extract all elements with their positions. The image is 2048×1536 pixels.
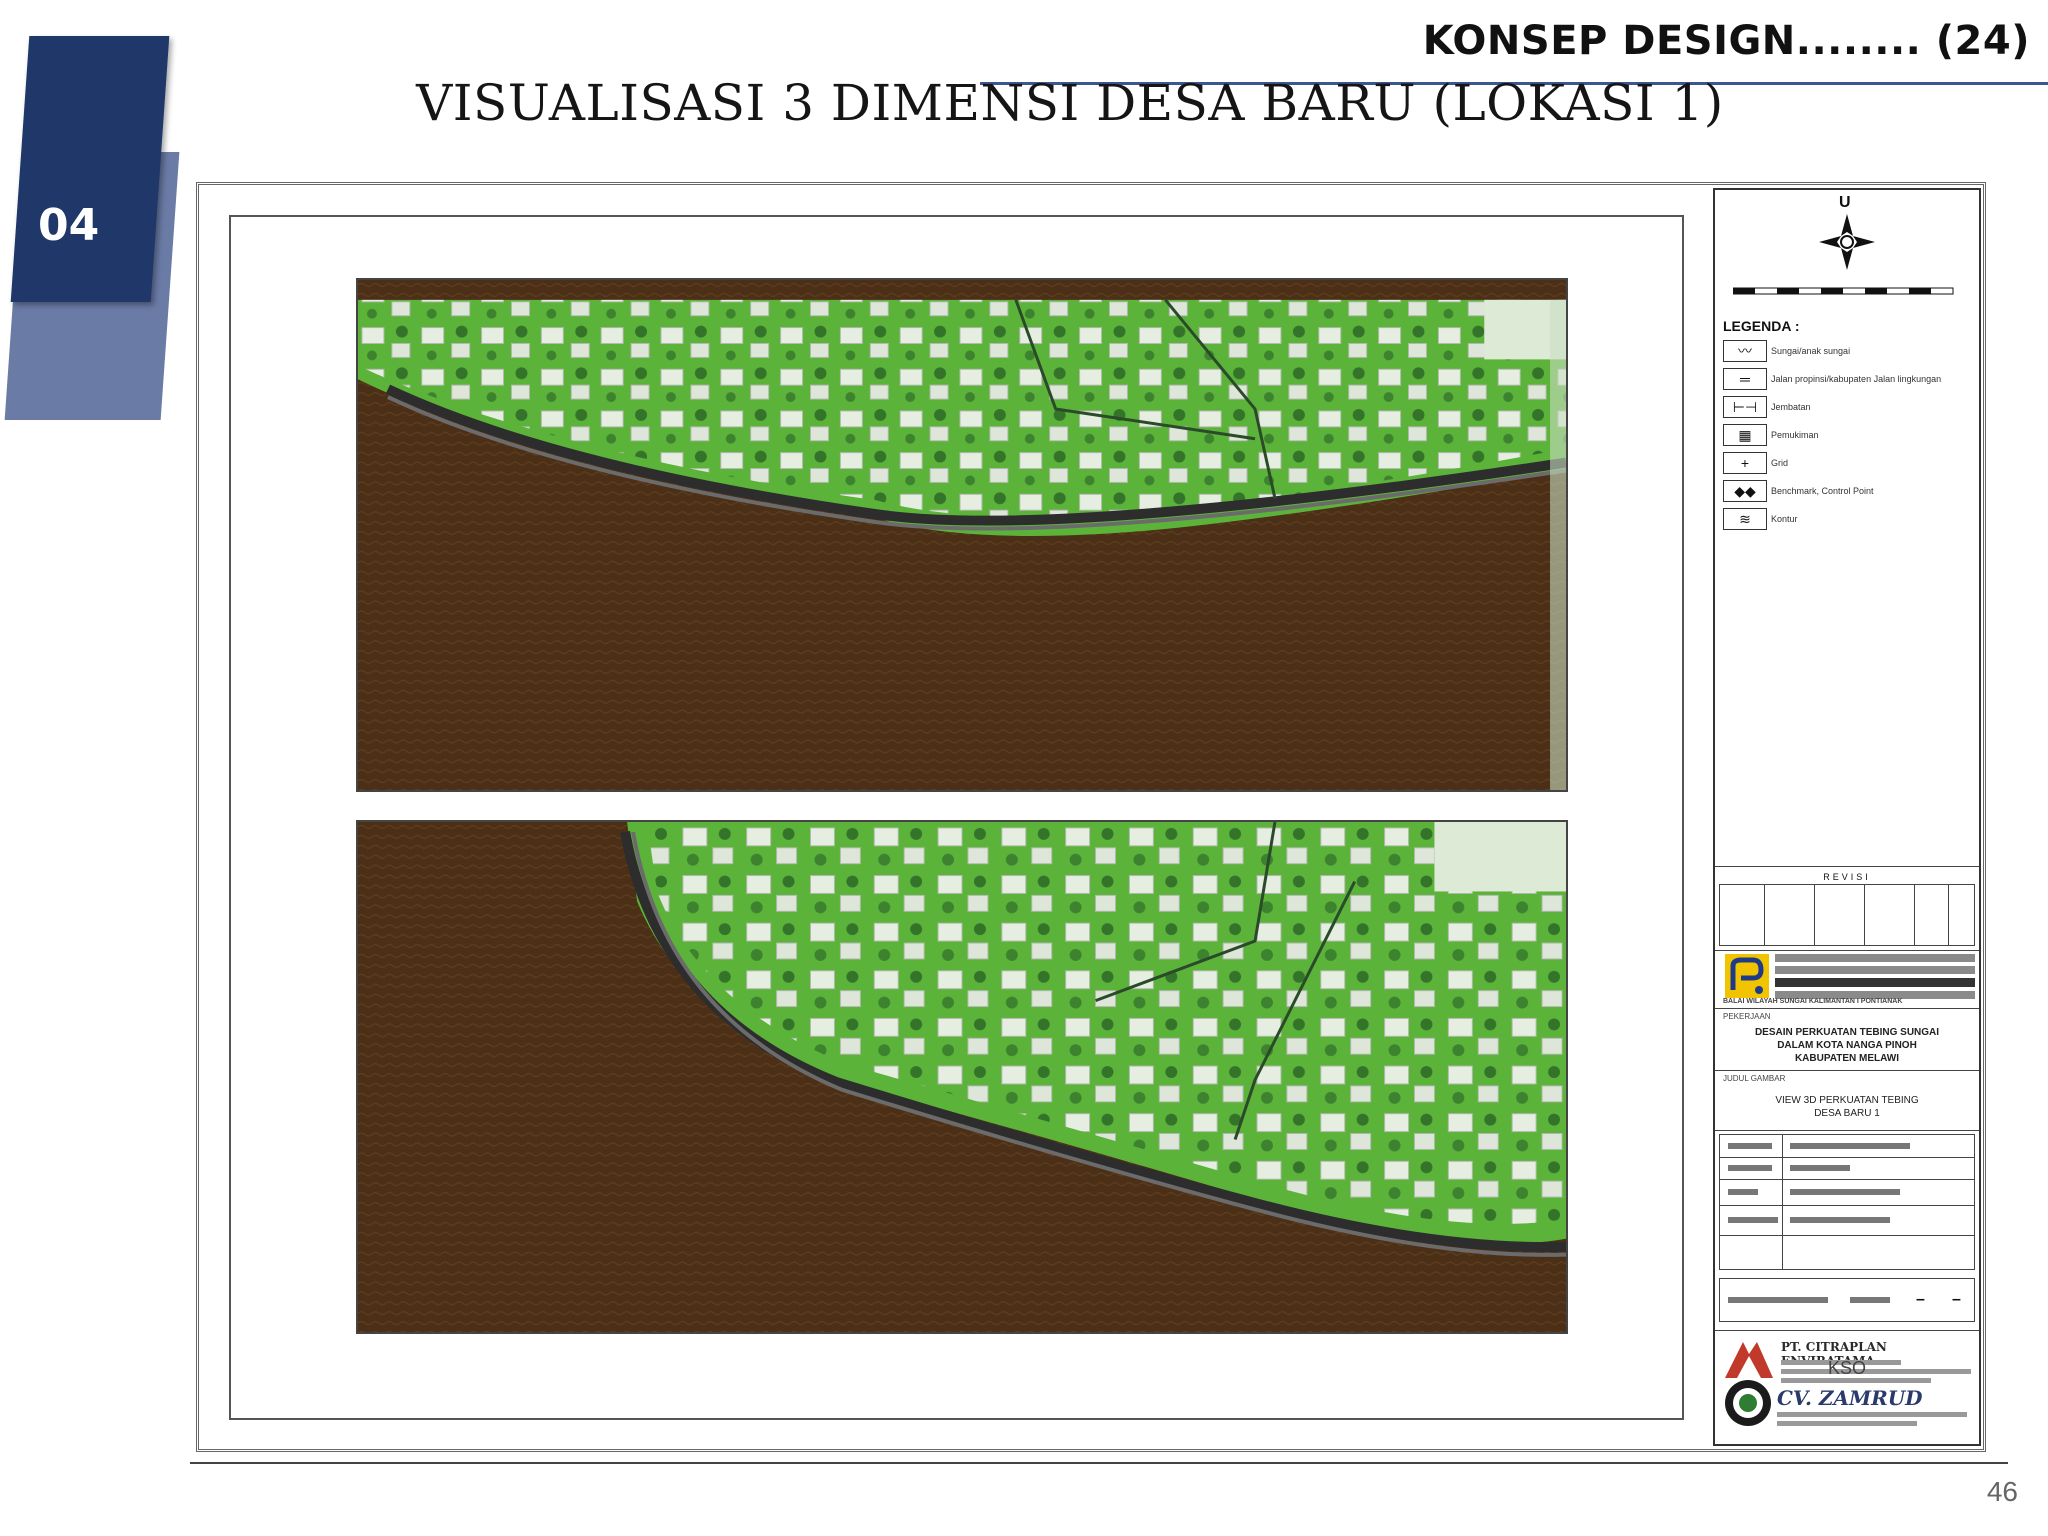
legend-label: Benchmark, Control Point: [1771, 486, 1874, 496]
legend-item-grid: + Grid: [1723, 452, 1788, 474]
benchmark-symbol-icon: ◆◆: [1723, 480, 1767, 502]
divider: [1715, 950, 1979, 951]
dash-icon: –: [1916, 1291, 1925, 1308]
table-col: [1914, 885, 1915, 945]
drawing-title-line-2: DESA BARU 1: [1814, 1108, 1880, 1119]
table-row: [1720, 1157, 1974, 1158]
drawing-title-line-1: VIEW 3D PERKUATAN TEBING: [1775, 1095, 1919, 1106]
text-line: [1850, 1297, 1890, 1303]
title-block: U LEGENDA : 〰 Sungai/anak sungai ═ Jalan…: [1713, 188, 1981, 1446]
company-name: CV. ZAMRUD: [1777, 1386, 1923, 1410]
company-details: [1777, 1412, 1967, 1430]
project-title-line-1: DESAIN PERKUATAN TEBING SUNGAI: [1754, 1027, 1940, 1038]
north-letter: U: [1839, 194, 1851, 211]
drawing-label: JUDUL GAMBAR: [1723, 1074, 1786, 1083]
text-line: [1777, 1412, 1967, 1417]
table-col: [1864, 885, 1865, 945]
page-number: 46: [1986, 1476, 2018, 1507]
divider: [1715, 1070, 1979, 1071]
river-symbol-icon: 〰: [1723, 340, 1767, 362]
kso-label: KSO: [1827, 1358, 1866, 1378]
agency-name: BALAI WILAYAH SUNGAI KALIMANTAN I PONTIA…: [1723, 998, 1903, 1005]
divider: [1715, 1008, 1979, 1009]
text-line: [1790, 1217, 1890, 1223]
section-number: 04: [38, 200, 100, 251]
project-title-line-3: KABUPATEN MELAWI: [1794, 1053, 1900, 1064]
table-row: [1720, 1179, 1974, 1180]
render-view-top: [356, 278, 1568, 792]
text-line: [1728, 1143, 1772, 1149]
signature-table: [1719, 1134, 1975, 1270]
north-arrow-icon: [1819, 214, 1875, 270]
render-bottom-image: [358, 822, 1566, 1332]
section-title: KONSEP DESIGN........ (24): [1422, 18, 2030, 64]
legend-label: Jalan propinsi/kabupaten Jalan lingkunga…: [1771, 374, 1942, 384]
text-line: [1790, 1143, 1910, 1149]
legend-label: Grid: [1771, 458, 1789, 468]
legend-label: Pemukiman: [1771, 430, 1819, 440]
pupr-logo-icon: [1725, 954, 1769, 998]
table-col: [1782, 1135, 1783, 1269]
text-line: [1728, 1165, 1772, 1171]
divider: [1715, 1330, 1979, 1331]
dash-icon: –: [1952, 1291, 1961, 1308]
road-symbol-icon: ═: [1723, 368, 1767, 390]
section-badge: [10, 36, 170, 302]
legend-item-benchmark: ◆◆ Benchmark, Control Point: [1723, 480, 1874, 502]
text-line: [1777, 1421, 1917, 1426]
text-line: [1728, 1189, 1758, 1195]
legend-item-river: 〰 Sungai/anak sungai: [1723, 340, 1850, 362]
table-row: [1720, 1235, 1974, 1236]
legend-item-bridge: ⊢⊣ Jembatan: [1723, 396, 1811, 418]
scale-bar-icon: [1733, 287, 1954, 295]
text-line: [1728, 1297, 1828, 1303]
legend-label: Kontur: [1771, 514, 1798, 524]
contour-symbol-icon: ≋: [1723, 508, 1767, 530]
legend-heading: LEGENDA :: [1723, 318, 1800, 334]
text-line: [1790, 1189, 1900, 1195]
divider: [1715, 866, 1979, 867]
legend-item-road: ═ Jalan propinsi/kabupaten Jalan lingkun…: [1723, 368, 1941, 390]
grid-symbol-icon: +: [1723, 452, 1767, 474]
project-title-line-2: DALAM KOTA NANGA PINOH: [1777, 1040, 1917, 1051]
table-col: [1948, 885, 1949, 945]
legend-label: Jembatan: [1771, 402, 1811, 412]
render-view-bottom: [356, 820, 1568, 1334]
text-line: [1790, 1165, 1850, 1171]
project-label: PEKERJAAN: [1723, 1012, 1771, 1021]
render-top-image: [358, 280, 1566, 790]
revisi-label: REVISI: [1823, 872, 1871, 882]
text-line: [1775, 978, 1975, 987]
revision-table: [1719, 884, 1975, 946]
table-col: [1814, 885, 1815, 945]
divider: [1715, 1130, 1979, 1131]
text-line: [1775, 966, 1975, 974]
settlement-symbol-icon: ▦: [1723, 424, 1767, 446]
table-col: [1764, 885, 1765, 945]
table-row: [1720, 1205, 1974, 1206]
agency-text: [1775, 954, 1975, 1003]
text-line: [1775, 954, 1975, 962]
company-seal-icon: [1725, 1380, 1771, 1426]
slide-title: VISUALISASI 3 DIMENSI DESA BARU (LOKASI …: [416, 74, 1724, 132]
document-number-row: – –: [1719, 1278, 1975, 1322]
bridge-symbol-icon: ⊢⊣: [1723, 396, 1767, 418]
legend-label: Sungai/anak sungai: [1771, 346, 1851, 356]
text-line: [1728, 1217, 1778, 1223]
legend-item-contour: ≋ Kontur: [1723, 508, 1798, 530]
footer-rule: [190, 1462, 2008, 1464]
legend-item-settlement: ▦ Pemukiman: [1723, 424, 1819, 446]
